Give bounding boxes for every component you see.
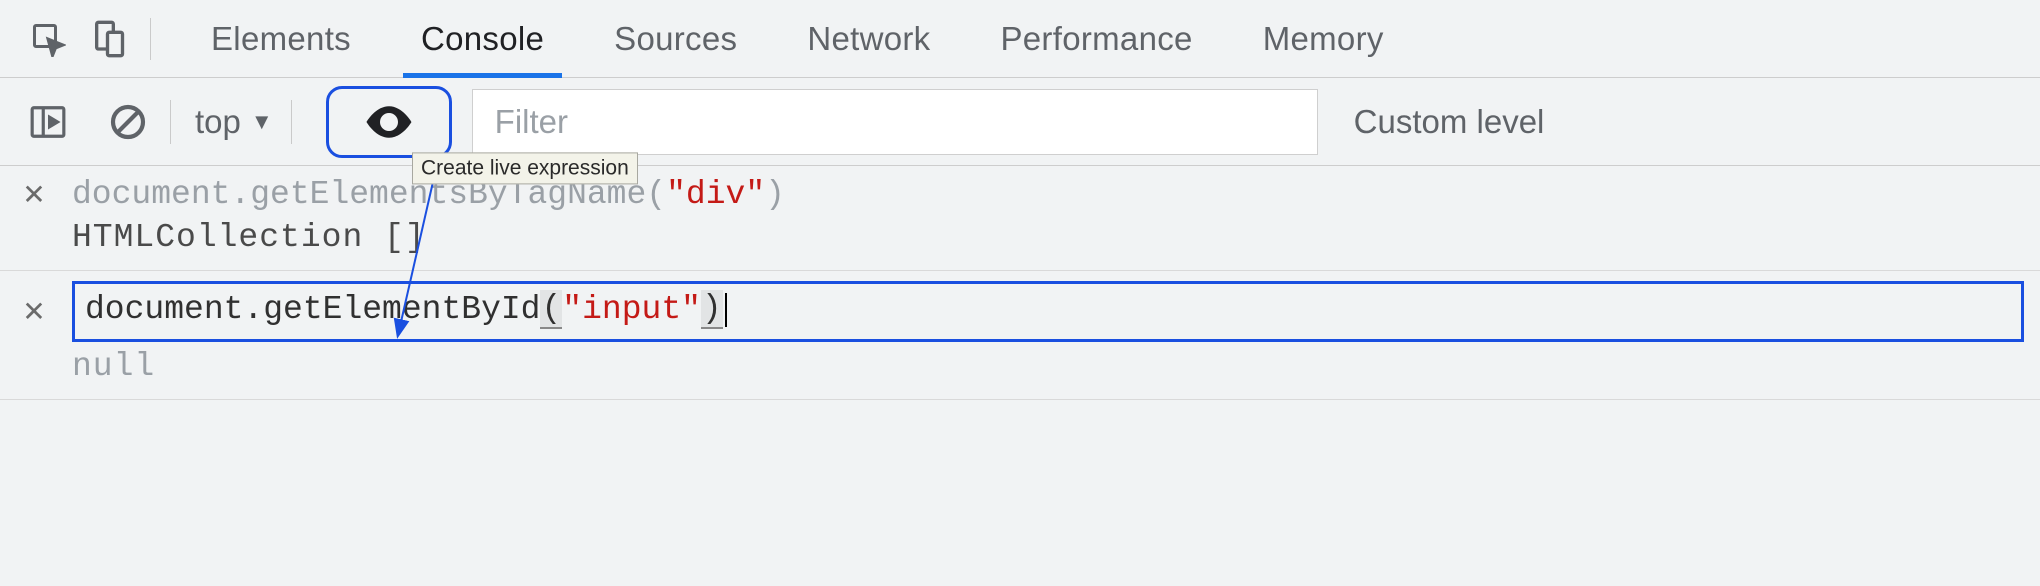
- execution-context-selector[interactable]: top ▼: [189, 103, 279, 141]
- device-toolbar-icon[interactable]: [82, 15, 138, 63]
- tab-network[interactable]: Network: [801, 0, 936, 77]
- tab-elements[interactable]: Elements: [205, 0, 357, 77]
- live-expression-result: HTMLCollection []: [22, 219, 2024, 256]
- context-label: top: [195, 103, 241, 141]
- console-filter-input[interactable]: Filter: [472, 89, 1318, 155]
- live-expressions-area: ✕ document.getElementsByTagName("div") H…: [0, 166, 2040, 400]
- live-expression-editor[interactable]: document.getElementById("input"): [72, 281, 2024, 342]
- code-text: ): [765, 176, 785, 213]
- separator: [150, 18, 151, 60]
- inspect-element-icon[interactable]: [20, 15, 76, 63]
- code-paren: (: [540, 290, 562, 329]
- console-toolbar: top ▼ Filter Custom level Create live ex…: [0, 78, 2040, 166]
- close-icon[interactable]: ✕: [22, 295, 46, 328]
- eye-icon: [362, 95, 416, 149]
- tab-sources[interactable]: Sources: [608, 0, 743, 77]
- devtools-tabbar: Elements Console Sources Network Perform…: [0, 0, 2040, 78]
- filter-placeholder: Filter: [495, 103, 568, 141]
- tab-memory[interactable]: Memory: [1257, 0, 1390, 77]
- create-live-expression-button[interactable]: [326, 86, 452, 158]
- code-string: "input": [562, 291, 701, 328]
- live-expression-result: null: [22, 348, 2024, 385]
- tooltip: Create live expression: [412, 152, 638, 184]
- live-expression-row: ✕ document.getElementById("input") null: [0, 271, 2040, 400]
- code-string: "div": [666, 176, 765, 213]
- log-levels-selector[interactable]: Custom level: [1354, 103, 1545, 141]
- text-caret: [725, 293, 727, 327]
- live-expression-row: ✕ document.getElementsByTagName("div") H…: [0, 166, 2040, 271]
- tab-performance[interactable]: Performance: [994, 0, 1198, 77]
- tab-console[interactable]: Console: [415, 0, 550, 77]
- close-icon[interactable]: ✕: [22, 178, 46, 211]
- code-text: document.getElementById: [85, 291, 540, 328]
- console-sidebar-toggle-icon[interactable]: [24, 98, 72, 146]
- separator: [170, 100, 171, 144]
- clear-console-icon[interactable]: [104, 98, 152, 146]
- code-paren: ): [701, 290, 723, 329]
- panel-tabs: Elements Console Sources Network Perform…: [175, 0, 1390, 77]
- chevron-down-icon: ▼: [251, 109, 273, 135]
- separator: [291, 100, 292, 144]
